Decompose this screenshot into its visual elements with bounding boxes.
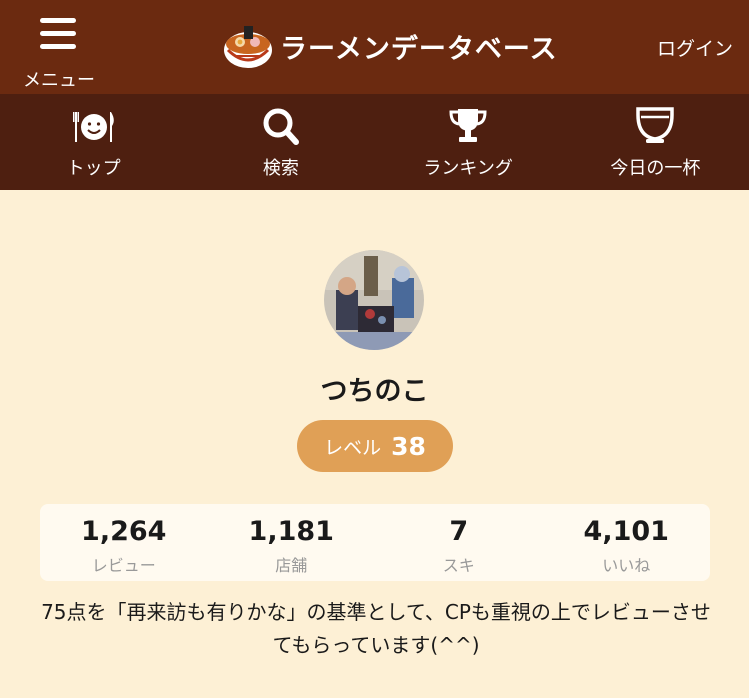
smile-plate-icon [72,112,114,142]
site-logo[interactable]: ラーメンデータベース [222,20,558,72]
nav-item-top[interactable]: トップ [0,94,187,190]
hamburger-icon [40,18,76,50]
bowl-icon [636,107,675,143]
stat-label: 店舗 [275,556,308,575]
stat-label: いいね [602,556,651,575]
stat-value: 4,101 [583,516,669,547]
avatar[interactable] [324,250,424,350]
site-header: メニュー ラーメンデータベース ログイン [0,0,749,94]
stat-value: 1,181 [248,516,334,547]
nav-label-search: 検索 [262,158,299,179]
stat-label: レビュー [91,556,156,575]
menu-label: メニュー [23,70,95,91]
search-icon [263,108,299,145]
stat-likes[interactable]: 4,101 いいね [543,504,711,581]
ramen-bowl-logo-icon [224,26,272,68]
level-value: 38 [391,431,426,461]
level-label: レベル [324,436,382,459]
stats-panel: 1,264 レビュー 1,181 店舗 7 スキ 4,101 いいね [40,504,710,581]
main-nav: トップ 検索 ランキング 今日の一杯 [0,94,749,190]
nav-label-top: トップ [66,158,121,179]
menu-button[interactable]: メニュー [14,12,104,91]
stat-value: 1,264 [81,516,167,547]
site-title: ラーメンデータベース [280,33,558,65]
nav-label-today: 今日の一杯 [610,158,701,179]
stat-reviews[interactable]: 1,264 レビュー [40,504,208,581]
stat-label: スキ [442,556,475,575]
profile-bio: 75点を「再来訪も有りかな」の基準として、CPも重視の上でレビューさせてもらって… [41,600,711,657]
avatar-image [324,250,424,350]
stat-value: 7 [449,516,469,547]
nav-item-search[interactable]: 検索 [187,94,374,190]
nav-item-ranking[interactable]: ランキング [375,94,562,190]
stat-likes-shops[interactable]: 7 スキ [375,504,543,581]
stat-shops[interactable]: 1,181 店舗 [208,504,376,581]
username: つちのこ [320,376,429,407]
level-badge: レベル 38 [297,420,453,472]
nav-item-today[interactable]: 今日の一杯 [562,94,749,190]
login-link[interactable]: ログイン [657,34,733,61]
nav-label-ranking: ランキング [423,158,513,179]
trophy-icon [449,109,487,142]
